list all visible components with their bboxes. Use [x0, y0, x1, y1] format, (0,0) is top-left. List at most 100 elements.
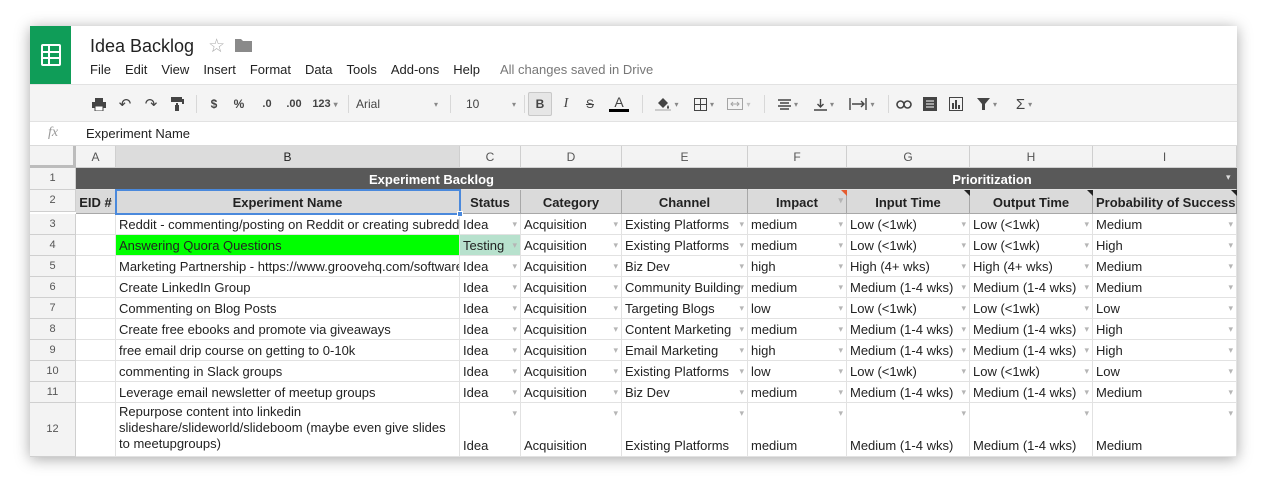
column-header-f[interactable]: F — [748, 146, 847, 168]
text-color-button[interactable]: A — [606, 94, 632, 114]
merge-cells-icon[interactable] — [724, 94, 754, 114]
output-time-cell[interactable]: Medium (1-4 wks) — [970, 403, 1093, 457]
insert-link-icon[interactable] — [894, 94, 914, 114]
increase-decimal-button[interactable]: .00 — [282, 94, 306, 114]
probability-cell[interactable]: High — [1093, 340, 1237, 361]
status-cell[interactable]: Idea — [460, 277, 521, 298]
channel-cell[interactable]: Targeting Blogs — [622, 298, 748, 319]
impact-cell[interactable]: low — [748, 361, 847, 382]
eid-cell[interactable] — [76, 298, 116, 319]
output-time-cell[interactable]: Low (<1wk) — [970, 298, 1093, 319]
more-formats-dropdown[interactable]: 123 — [308, 94, 342, 114]
font-size-dropdown[interactable]: 10 ▾ — [466, 94, 516, 114]
column-header-c[interactable]: C — [460, 146, 521, 168]
status-cell[interactable]: Idea — [460, 382, 521, 403]
row-header-7[interactable]: 7 — [30, 298, 76, 319]
category-cell[interactable]: Acquisition — [521, 235, 622, 256]
row-header-3[interactable]: 3 — [30, 214, 76, 235]
undo-icon[interactable]: ↶ — [116, 94, 134, 114]
impact-cell[interactable]: medium — [748, 214, 847, 235]
bold-button[interactable]: B — [528, 92, 552, 116]
status-cell[interactable]: Testing — [460, 235, 521, 256]
comment-marker[interactable] — [1087, 190, 1093, 196]
probability-cell[interactable]: Medium — [1093, 256, 1237, 277]
sheets-logo[interactable] — [30, 26, 71, 84]
experiment-name-cell[interactable]: Repurpose content into linkedin slidesha… — [116, 403, 460, 457]
paint-format-icon[interactable] — [168, 94, 186, 114]
impact-cell[interactable]: medium — [748, 235, 847, 256]
comment-marker[interactable] — [1231, 190, 1237, 196]
menu-file[interactable]: File — [90, 62, 111, 77]
eid-cell[interactable] — [76, 382, 116, 403]
experiment-name-cell[interactable]: Commenting on Blog Posts — [116, 298, 460, 319]
column-header-e[interactable]: E — [622, 146, 748, 168]
row-header-1[interactable]: 1 — [30, 168, 76, 190]
group-header-spacer[interactable] — [76, 168, 116, 190]
eid-cell[interactable] — [76, 340, 116, 361]
impact-cell[interactable]: low — [748, 298, 847, 319]
fill-color-icon[interactable] — [652, 94, 682, 114]
decrease-decimal-button[interactable]: .0 — [256, 94, 278, 114]
column-header-g[interactable]: G — [847, 146, 970, 168]
comment-marker[interactable] — [964, 190, 970, 196]
experiment-name-cell[interactable]: Leverage email newsletter of meetup grou… — [116, 382, 460, 403]
header-status[interactable]: Status — [460, 190, 521, 214]
comment-marker[interactable] — [841, 190, 847, 196]
header-category[interactable]: Category — [521, 190, 622, 214]
output-time-cell[interactable]: Low (<1wk) — [970, 214, 1093, 235]
category-cell[interactable]: Acquisition — [521, 361, 622, 382]
impact-cell[interactable]: medium — [748, 403, 847, 457]
output-time-cell[interactable]: Low (<1wk) — [970, 235, 1093, 256]
menu-data[interactable]: Data — [305, 62, 332, 77]
category-cell[interactable]: Acquisition — [521, 277, 622, 298]
experiment-name-cell[interactable]: Reddit - commenting/posting on Reddit or… — [116, 214, 460, 235]
row-header-10[interactable]: 10 — [30, 361, 76, 382]
category-cell[interactable]: Acquisition — [521, 340, 622, 361]
probability-cell[interactable]: Medium — [1093, 214, 1237, 235]
eid-cell[interactable] — [76, 235, 116, 256]
output-time-cell[interactable]: High (4+ wks) — [970, 256, 1093, 277]
eid-cell[interactable] — [76, 277, 116, 298]
input-time-cell[interactable]: High (4+ wks) — [847, 256, 970, 277]
experiment-name-cell[interactable]: Create free ebooks and promote via givea… — [116, 319, 460, 340]
input-time-cell[interactable]: Medium (1-4 wks) — [847, 403, 970, 457]
eid-cell[interactable] — [76, 214, 116, 235]
menu-insert[interactable]: Insert — [203, 62, 236, 77]
probability-cell[interactable]: Low — [1093, 361, 1237, 382]
menu-help[interactable]: Help — [453, 62, 480, 77]
status-cell[interactable]: Idea — [460, 298, 521, 319]
input-time-cell[interactable]: Medium (1-4 wks) — [847, 382, 970, 403]
menu-view[interactable]: View — [161, 62, 189, 77]
select-all-corner[interactable] — [30, 146, 76, 168]
input-time-cell[interactable]: Low (<1wk) — [847, 235, 970, 256]
menu-format[interactable]: Format — [250, 62, 291, 77]
category-cell[interactable]: Acquisition — [521, 256, 622, 277]
eid-cell[interactable] — [76, 319, 116, 340]
status-cell[interactable]: Idea — [460, 361, 521, 382]
functions-icon[interactable]: Σ — [1010, 94, 1038, 114]
header-output-time[interactable]: Output Time — [970, 190, 1093, 214]
impact-cell[interactable]: high — [748, 340, 847, 361]
redo-icon[interactable]: ↷ — [142, 94, 160, 114]
menu-addons[interactable]: Add-ons — [391, 62, 439, 77]
output-time-cell[interactable]: Medium (1-4 wks) — [970, 340, 1093, 361]
group-header-prioritization[interactable]: Prioritization — [748, 168, 1237, 190]
output-time-cell[interactable]: Medium (1-4 wks) — [970, 382, 1093, 403]
header-experiment-name[interactable]: Experiment Name — [116, 190, 460, 214]
header-channel[interactable]: Channel — [622, 190, 748, 214]
column-header-i[interactable]: I — [1093, 146, 1237, 168]
status-cell[interactable]: Idea — [460, 319, 521, 340]
row-header-12[interactable]: 12 — [30, 403, 76, 457]
impact-cell[interactable]: medium — [748, 382, 847, 403]
probability-cell[interactable]: Medium — [1093, 382, 1237, 403]
probability-cell[interactable]: Medium — [1093, 277, 1237, 298]
input-time-cell[interactable]: Low (<1wk) — [847, 361, 970, 382]
input-time-cell[interactable]: Low (<1wk) — [847, 214, 970, 235]
align-vertical-icon[interactable] — [810, 94, 838, 114]
currency-format-button[interactable]: $ — [206, 94, 222, 114]
row-header-6[interactable]: 6 — [30, 277, 76, 298]
menu-edit[interactable]: Edit — [125, 62, 147, 77]
borders-icon[interactable] — [690, 94, 718, 114]
channel-cell[interactable]: Email Marketing — [622, 340, 748, 361]
probability-cell[interactable]: High — [1093, 235, 1237, 256]
